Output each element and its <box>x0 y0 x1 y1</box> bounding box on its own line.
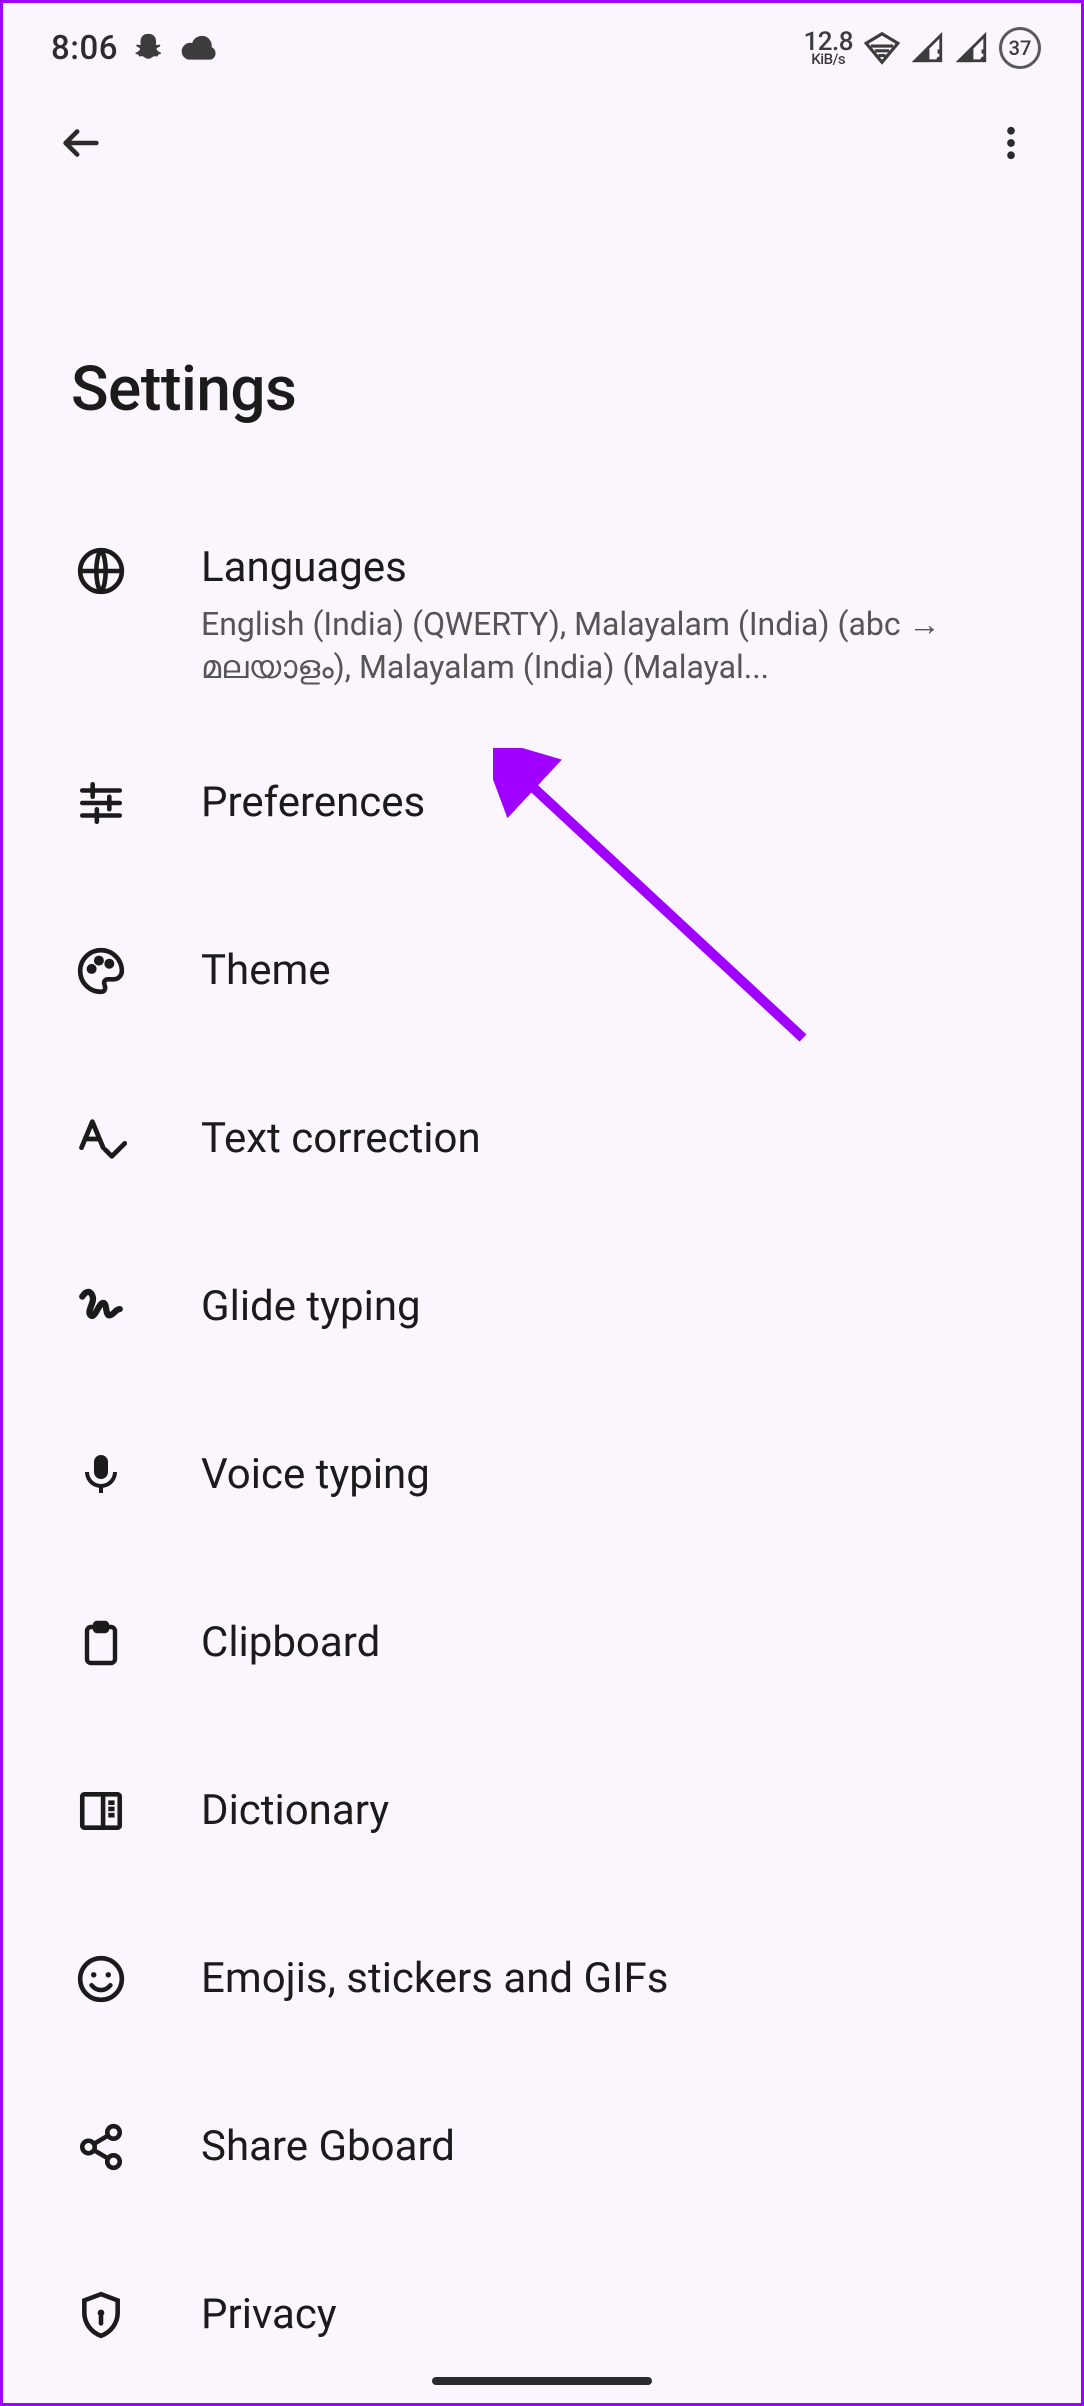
row-title: Languages <box>201 542 1041 595</box>
share-icon <box>76 2122 126 2172</box>
row-glide-typing[interactable]: Glide typing <box>3 1223 1081 1391</box>
row-title: Share Gboard <box>201 2121 1041 2174</box>
row-title: Emojis, stickers and GIFs <box>201 1953 1041 2006</box>
status-clock: 8:06 <box>51 29 118 68</box>
row-clipboard[interactable]: Clipboard <box>3 1559 1081 1727</box>
wifi-icon <box>863 29 901 67</box>
status-right: 12.8 KiB/s 37 <box>803 27 1041 69</box>
shield-lock-icon <box>76 2290 126 2340</box>
row-text-correction[interactable]: Text correction <box>3 1055 1081 1223</box>
settings-list: Languages English (India) (QWERTY), Mala… <box>3 476 1081 2399</box>
row-dictionary[interactable]: Dictionary <box>3 1727 1081 1895</box>
book-icon <box>76 1786 126 1836</box>
row-subtitle: English (India) (QWERTY), Malayalam (Ind… <box>201 603 1041 689</box>
globe-icon <box>76 546 126 596</box>
row-title: Glide typing <box>201 1281 1041 1334</box>
row-title: Voice typing <box>201 1449 1041 1502</box>
app-bar <box>3 93 1081 193</box>
cloud-icon <box>180 33 220 63</box>
sliders-icon <box>76 778 126 828</box>
text-check-icon <box>75 1113 127 1165</box>
row-title: Theme <box>201 945 1041 998</box>
row-title: Text correction <box>201 1113 1041 1166</box>
row-title: Privacy <box>201 2289 1041 2342</box>
row-emoji[interactable]: Emojis, stickers and GIFs <box>3 1895 1081 2063</box>
row-title: Dictionary <box>201 1785 1041 1838</box>
clipboard-icon <box>77 1619 125 1667</box>
network-rate: 12.8 KiB/s <box>803 31 853 66</box>
palette-icon <box>76 946 126 996</box>
row-privacy[interactable]: Privacy <box>3 2231 1081 2399</box>
mic-icon <box>77 1451 125 1499</box>
snapchat-notification-icon <box>132 31 166 65</box>
row-languages[interactable]: Languages English (India) (QWERTY), Mala… <box>3 506 1081 719</box>
status-bar: 8:06 12.8 KiB/s 37 <box>3 3 1081 93</box>
signal-1-icon <box>911 31 945 65</box>
gesture-nav-bar[interactable] <box>432 2377 652 2385</box>
row-title: Clipboard <box>201 1617 1041 1670</box>
more-vert-icon <box>990 122 1032 164</box>
page-title: Settings <box>3 193 1081 476</box>
battery-percent: 37 <box>1009 36 1032 60</box>
signal-2-icon <box>955 31 989 65</box>
arrow-left-icon <box>58 120 104 166</box>
gesture-icon <box>76 1282 126 1332</box>
row-share-gboard[interactable]: Share Gboard <box>3 2063 1081 2231</box>
overflow-menu-button[interactable] <box>975 107 1047 179</box>
emoji-icon <box>76 1954 126 2004</box>
row-voice-typing[interactable]: Voice typing <box>3 1391 1081 1559</box>
row-title: Preferences <box>201 777 1041 830</box>
row-preferences[interactable]: Preferences <box>3 719 1081 887</box>
battery-indicator: 37 <box>999 27 1041 69</box>
status-left: 8:06 <box>51 29 220 68</box>
back-button[interactable] <box>45 107 117 179</box>
row-theme[interactable]: Theme <box>3 887 1081 1055</box>
